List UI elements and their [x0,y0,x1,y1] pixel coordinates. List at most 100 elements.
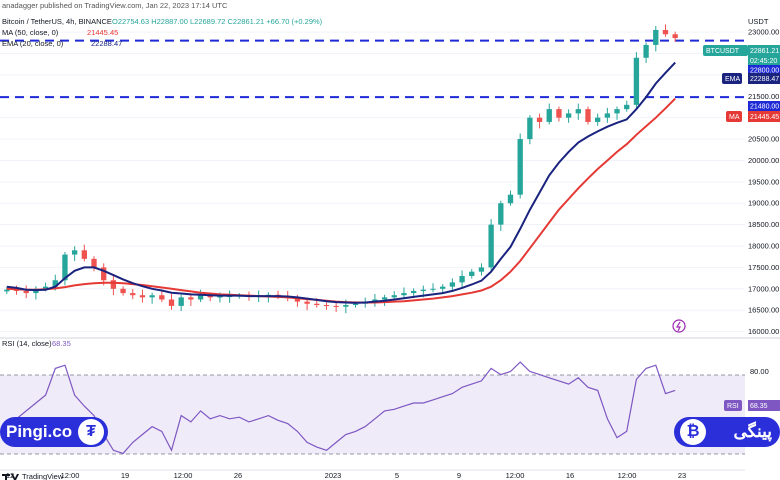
candle [595,113,601,126]
ma-tag-label: MA [729,114,740,121]
tether-coin-icon: ₮ [78,419,104,445]
rsi-tag-label: RSI [727,403,739,410]
time-tick: 12:00 [61,471,80,480]
candle-body [478,267,485,272]
rsi-legend: RSI (14, close) [2,339,52,348]
candle-body [23,290,29,294]
time-tick: 23 [678,471,686,480]
ohlc-readout: O22754.63 H22887.00 L22689.72 C22861.21 … [112,17,323,26]
candle-body [149,295,155,298]
publisher-line: anadagger published on TradingView.com, … [2,1,228,10]
candle-body [178,297,184,306]
tradingview-brand: TradingView [22,472,64,480]
candle-body [440,286,446,289]
candle-body [536,117,543,122]
candle-body [168,299,175,306]
candle [469,269,475,279]
candle [662,24,669,37]
rsi-tick: 80.00 [750,367,769,376]
candle-body [498,203,504,225]
ema-legend-value: 22288.47 [91,39,122,48]
horizontal-levels[interactable] [0,39,745,99]
candle-body [430,288,436,290]
candle [556,106,562,122]
candle [323,302,330,310]
candle [633,52,640,109]
candle-body [333,305,339,307]
candle [372,293,378,307]
level-lower-value: 21480.00 [750,104,779,111]
ema-tag: EMA 22288.47 [722,73,780,84]
candle-body [130,293,136,296]
candle-body [507,194,514,204]
candle-body [314,303,320,306]
candle-body [575,109,581,114]
candle-body [546,109,552,122]
price-tick: 18000.00 [748,242,779,251]
candle [440,284,446,293]
time-axis[interactable]: 1212:001912:002620235912:001612:0023 [6,471,686,480]
candle [71,246,78,261]
candle-body [91,258,97,268]
candle-body [488,224,494,268]
candle-body [401,293,407,296]
time-tick: 5 [395,471,399,480]
candle-body [139,295,146,298]
pingi-watermark-persian-text: پینگی [733,422,772,441]
candle [498,200,504,232]
candle-body [585,109,591,122]
rsi-tag: RSI 68.35 [724,400,780,411]
candle [643,42,649,63]
time-tick: 9 [457,471,461,480]
ma-legend-value: 21445.45 [87,28,118,37]
price-tick: 21500.00 [748,92,779,101]
time-tick: 19 [121,471,129,480]
trading-chart: anadagger published on TradingView.com, … [0,1,780,480]
candle-body [517,139,523,195]
time-tick: 12:00 [506,471,525,480]
candle-body [604,113,611,118]
time-tick: 12:00 [174,471,193,480]
candle [517,133,523,199]
rsi-pane[interactable] [0,361,745,455]
ma-tag-value: 21445.45 [750,114,779,121]
price-tick: 17000.00 [748,284,779,293]
ema-legend: EMA (20, close, 0) [2,39,64,48]
candle-body [410,290,417,294]
candle [585,106,591,125]
bitcoin-coin-icon: ₿ [680,419,706,445]
price-tick: 23000.00 [748,28,779,37]
candle-body [159,295,165,300]
candle [430,283,436,293]
ma-tag: MA 21445.45 [726,111,780,122]
ema-tag-value: 22288.47 [750,76,779,83]
candle-body [110,280,117,289]
candle-body [391,295,397,298]
rsi-legend-value: 68.35 [52,339,71,348]
pingi-watermark-right: ₿ پینگی [674,417,780,447]
price-tick: 19000.00 [748,199,779,208]
candle-body [527,117,533,140]
ema-tag-label: EMA [725,76,741,83]
candle-body [565,113,572,118]
candle-body [352,303,359,306]
candle-body [643,44,649,58]
btcusdt-tag-label: BTCUSDT [706,48,740,55]
candle-body [653,29,659,45]
price-pane[interactable] [0,24,745,333]
candle-body [633,57,640,105]
candle [139,289,146,303]
time-tick: 16 [566,471,574,480]
candle [33,286,39,300]
candle-body [81,250,87,259]
candle-body [459,275,465,283]
time-tick: 26 [234,471,242,480]
price-tick: 16000.00 [748,327,779,336]
candle [120,286,126,296]
candle [488,219,494,273]
candle-body [420,289,426,291]
candle [459,270,465,289]
price-tick: 16500.00 [748,306,779,315]
candle-body [120,288,126,294]
events-icon[interactable] [672,319,686,333]
